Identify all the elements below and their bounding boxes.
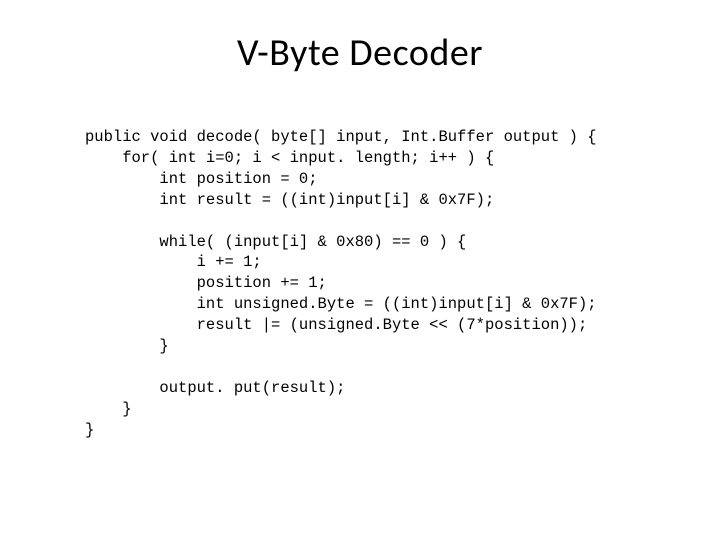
code-line: position += 1; (85, 274, 327, 292)
code-line: while( (input[i] & 0x80) == 0 ) { (85, 233, 466, 251)
code-line: } (85, 421, 94, 439)
code-line: int result = ((int)input[i] & 0x7F); (85, 191, 494, 209)
slide: V-Byte Decoder public void decode( byte[… (0, 0, 720, 540)
code-line: for( int i=0; i < input. length; i++ ) { (85, 149, 494, 167)
code-line: output. put(result); (85, 379, 345, 397)
slide-title: V-Byte Decoder (40, 30, 680, 76)
code-line: i += 1; (85, 253, 262, 271)
code-line: } (85, 337, 169, 355)
code-line: int unsigned.Byte = ((int)input[i] & 0x7… (85, 295, 597, 313)
code-line: result |= (unsigned.Byte << (7*position)… (85, 316, 587, 334)
code-line: public void decode( byte[] input, Int.Bu… (85, 128, 597, 146)
code-line: int position = 0; (85, 170, 318, 188)
code-line: } (85, 400, 132, 418)
code-block: public void decode( byte[] input, Int.Bu… (85, 106, 680, 441)
